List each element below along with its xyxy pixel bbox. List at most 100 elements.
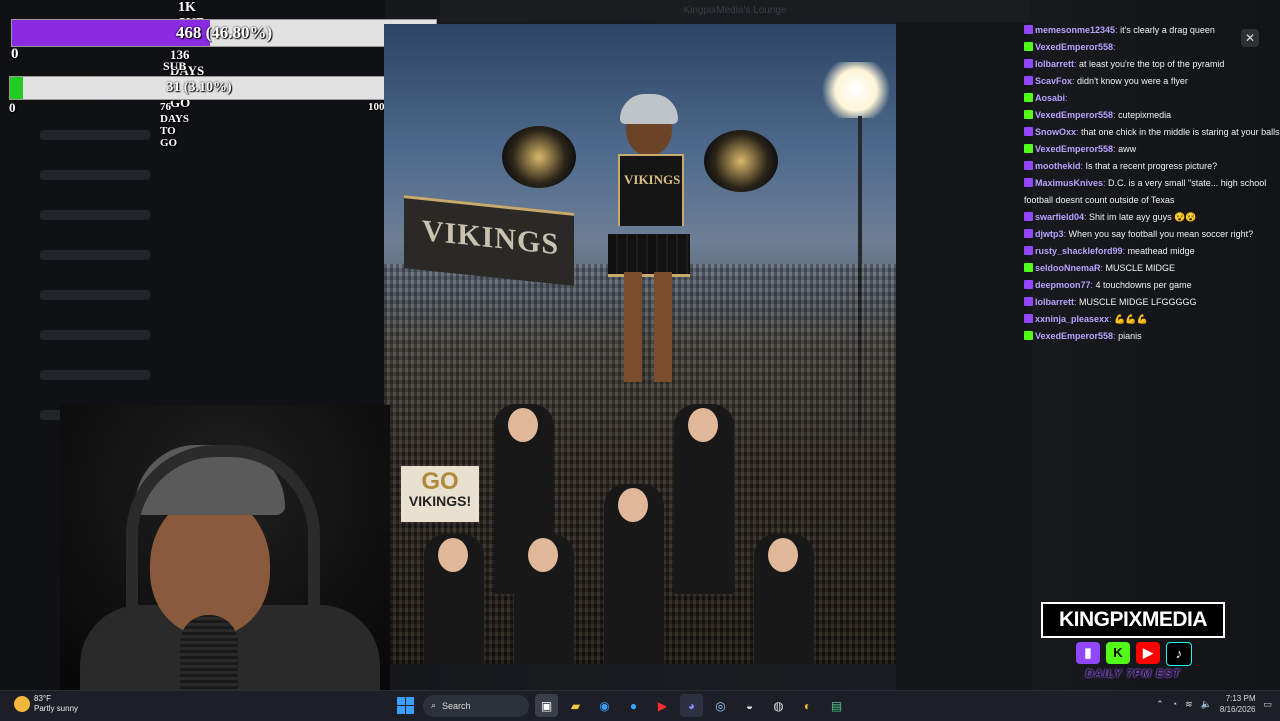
chat-username[interactable]: swarfield04 [1035,212,1084,222]
chat-text: Is that a recent progress picture? [1085,161,1218,171]
streamer-webcam [60,405,390,695]
kick-badge-icon [1024,144,1033,153]
sub-badge-icon [1024,25,1033,34]
chat-message: djwtp3: When you say football you mean s… [1020,226,1280,243]
chat-message: Aosabi: [1020,90,1280,107]
cheerleader-base [514,534,574,664]
volume-icon[interactable]: 🔈 [1201,699,1212,710]
flyer-cheerleader: VIKINGS [596,94,700,424]
chat-username[interactable]: rusty_shackleford99 [1035,246,1123,256]
chat-text: meathead midge [1127,246,1195,256]
kick-badge-icon [1024,331,1033,340]
chat-text: aww [1118,144,1137,154]
clock-time: 7:13 PM [1225,694,1256,703]
taskbar-search[interactable]: ⌕ Search [423,694,529,717]
clock-date: 8/16/2026 [1219,705,1256,714]
chat-text: cutepixmedia [1118,110,1172,120]
chat-username[interactable]: seldooNnemaR [1035,263,1101,273]
cheerleader-base [674,404,734,594]
system-tray: ⌃ ◔ ≋ 🔈 7:13 PM 8/16/2026 ▭ [1156,693,1272,715]
task-view-icon[interactable]: ▣ [535,694,558,717]
go-sign-line2: VIKINGS! [408,493,472,509]
sub-badge-icon [1024,314,1033,323]
jersey-text: VIKINGS [624,172,681,187]
chevron-up-icon[interactable]: ⌃ [1156,699,1164,710]
sub-goal-progress-bar: 31 (3.10%) [9,76,389,100]
sub-goal-percent: 46.80% [211,23,267,42]
chat-message: lolbarrett: MUSCLE MIDGE LFGGGGG [1020,294,1280,311]
chat-username[interactable]: moothekid [1035,161,1081,171]
clock[interactable]: 7:13 PM 8/16/2026 [1220,693,1256,715]
chat-username[interactable]: VexedEmperor558 [1035,110,1113,120]
chat-message: swarfield04: Shit im late ayy guys 😵😵 [1020,209,1280,226]
kick-badge-icon [1024,42,1033,51]
chat-username[interactable]: lolbarrett [1035,297,1074,307]
sub-badge-icon [1024,297,1033,306]
edge-icon[interactable]: ◉ [593,694,616,717]
windows-icon [397,697,414,714]
kick-badge-icon [1024,263,1033,272]
wifi-icon[interactable]: ≋ [1185,699,1193,710]
chat-message: lolbarrett: at least you're the top of t… [1020,56,1280,73]
weather-sun-icon [14,696,30,712]
obs-icon[interactable]: ◍ [767,694,790,717]
chat-message: VexedEmperor558: pianis [1020,328,1280,345]
chat-username[interactable]: MaximusKnives [1035,178,1103,188]
start-button[interactable] [394,694,417,717]
flyer-skirt [608,234,690,277]
chat-text: it's clearly a drag queen [1120,25,1215,35]
flyer-jersey: VIKINGS [618,154,684,226]
notification-icon[interactable]: ▭ [1263,699,1272,710]
cheerleader-base [754,534,814,664]
channel-branding: KINGPIXMEDIA ▮ K ▶ ♪ DAILY 7PM EST [1040,600,1226,688]
youtube-app-icon[interactable]: ▶ [651,694,674,717]
chat-message: SnowOxx: that one chick in the middle is… [1020,124,1280,141]
chat-separator: : [1113,42,1116,52]
weather-text: 83°F Partly sunny [34,694,78,714]
chat-username[interactable]: djwtp3 [1035,229,1064,239]
chat-username[interactable]: lolbarrett [1035,59,1074,69]
kick-icon: K [1106,642,1130,664]
cheerleader-pyramid-image: VIKINGS GO VIKINGS! VIKINGS [384,24,896,664]
chat-username[interactable]: SnowOxx [1035,127,1076,137]
chat-message: VexedEmperor558: cutepixmedia [1020,107,1280,124]
cheerleader-base [604,484,664,664]
chat-text: 4 touchdowns per game [1095,280,1192,290]
sub-goal-progress-label: 468 (46.80%) [175,23,273,42]
chat-separator: : [1065,93,1068,103]
steam-icon[interactable]: ◎ [709,694,732,717]
helmet [620,94,678,124]
taskbar-apps: ⌕ Search ▣ ▰ ◉ ● ▶ ◕ ◎ ◒ ◍ ◐ ▤ [394,694,848,717]
flyer-leg [654,272,672,382]
cheerleader-base [424,534,484,664]
close-icon[interactable]: ✕ [1241,29,1259,47]
sub-goal-min: 0 [11,46,19,62]
app-icon[interactable]: ◒ [738,694,761,717]
chat-username[interactable]: memesonme12345 [1035,25,1115,35]
twitch-icon: ▮ [1076,642,1100,664]
discord-icon[interactable]: ◕ [680,694,703,717]
chat-username[interactable]: Aosabi [1035,93,1065,103]
chat-username[interactable]: deepmoon77 [1035,280,1091,290]
chat-username[interactable]: ScavFox [1035,76,1072,86]
stream-chat: memesonme12345: it's clearly a drag quee… [1020,22,1280,362]
headphones [126,445,320,607]
chat-message: moothekid: Is that a recent progress pic… [1020,158,1280,175]
browser-icon[interactable]: ● [622,694,645,717]
weather-widget[interactable]: 83°F Partly sunny [14,694,78,714]
network-icon[interactable]: ◔ [1172,699,1177,709]
chat-message: deepmoon77: 4 touchdowns per game [1020,277,1280,294]
chat-message: xxninja_pleasexx: 💪💪💪 [1020,311,1280,328]
chat-username[interactable]: VexedEmperor558 [1035,144,1113,154]
sub-goal-min: 0 [9,100,16,115]
chat-username[interactable]: VexedEmperor558 [1035,42,1113,52]
sub-badge-icon [1024,246,1033,255]
chat-message: rusty_shackleford99: meathead midge [1020,243,1280,260]
file-explorer-icon[interactable]: ▰ [564,694,587,717]
chat-username[interactable]: xxninja_pleasexx [1035,314,1109,324]
chat-username[interactable]: VexedEmperor558 [1035,331,1113,341]
terminal-icon[interactable]: ▤ [825,694,848,717]
chrome-icon[interactable]: ◐ [796,694,819,717]
chat-message: seldooNnemaR: MUSCLE MIDGE [1020,260,1280,277]
chat-text: MUSCLE MIDGE [1105,263,1176,273]
